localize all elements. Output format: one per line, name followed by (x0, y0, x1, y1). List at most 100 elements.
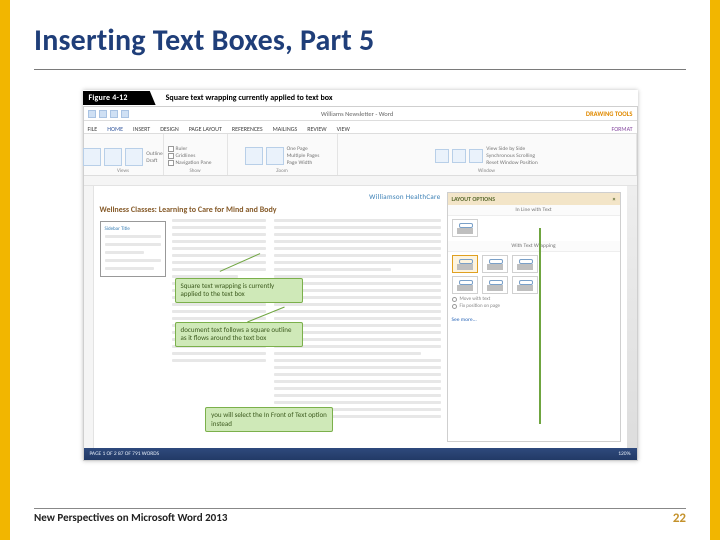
scrollbar-vertical[interactable] (627, 186, 637, 448)
word-icon (88, 110, 96, 118)
slide-footer: New Perspectives on Microsoft Word 2013 … (34, 508, 686, 526)
wrap-section-label: With Text Wrapping (448, 241, 620, 252)
ribbon-group-zoom: One Page Multiple Pages Page Width Zoom (228, 134, 338, 175)
ribbon: Outline Draft Views Ruler Gridlines Navi… (84, 134, 637, 176)
slide-title: Inserting Text Boxes, Part 5 (34, 18, 686, 70)
status-bar: PAGE 1 OF 2 87 OF 791 WORDS 120% (84, 448, 637, 460)
footer-text: New Perspectives on Microsoft Word 2013 (34, 511, 227, 526)
quick-access-toolbar[interactable] (88, 110, 129, 118)
vertical-ruler[interactable] (84, 186, 94, 448)
textbox-title-placeholder: Sidebar Title (105, 226, 161, 232)
option-in-front-text[interactable] (512, 276, 538, 294)
word-window: Williams Newsletter - Word DRAWING TOOLS… (83, 106, 638, 461)
sync-scroll-label[interactable]: Synchronous Scrolling (486, 153, 537, 159)
option-tight-wrap[interactable] (482, 255, 508, 273)
web-layout-icon[interactable] (125, 148, 143, 166)
views-group-label: Views (117, 167, 129, 175)
window-group-label: Window (478, 167, 495, 175)
gridlines-checkbox[interactable]: Gridlines (168, 153, 196, 159)
figure-caption-bar: Figure 4-12 Square text wrapping current… (83, 90, 638, 106)
document-area: Williamson HealthCare Wellness Classes: … (84, 186, 637, 448)
page-surface[interactable]: Williamson HealthCare Wellness Classes: … (94, 186, 627, 448)
status-zoom[interactable]: 120% (618, 451, 630, 457)
new-window-icon[interactable] (435, 149, 449, 163)
one-page-label[interactable]: One Page (287, 146, 320, 152)
ribbon-group-views: Outline Draft Views (84, 134, 164, 175)
save-icon[interactable] (99, 110, 107, 118)
slide-content: Figure 4-12 Square text wrapping current… (34, 90, 686, 461)
behind-text-icon (486, 279, 504, 291)
left-text-column: Sidebar Title (100, 219, 267, 389)
tab-page-layout[interactable]: PAGE LAYOUT (189, 125, 222, 133)
tab-references[interactable]: REFERENCES (232, 125, 263, 133)
see-more-link[interactable]: See more... (448, 315, 620, 325)
layout-options-title: LAYOUT OPTIONS (452, 195, 496, 203)
option-behind-text[interactable] (482, 276, 508, 294)
page-width-label[interactable]: Page Width (287, 160, 320, 166)
section-heading: Wellness Classes: Learning to Care for M… (100, 205, 441, 215)
side-by-side-label[interactable]: View Side by Side (486, 146, 537, 152)
redo-icon[interactable] (121, 110, 129, 118)
ribbon-group-window: View Side by Side Synchronous Scrolling … (338, 134, 637, 175)
inserted-text-box[interactable]: Sidebar Title (100, 221, 166, 277)
accent-bar-left (0, 0, 10, 540)
reset-pos-label[interactable]: Reset Window Position (486, 160, 537, 166)
tab-review[interactable]: REVIEW (307, 125, 326, 133)
layout-options-header: LAYOUT OPTIONS × (448, 193, 620, 205)
figure-number: Figure 4-12 (83, 91, 156, 105)
close-icon[interactable]: × (613, 195, 616, 203)
draft-label[interactable]: Draft (146, 158, 163, 164)
ribbon-group-show: Ruler Gridlines Navigation Pane Show (164, 134, 228, 175)
horizontal-ruler[interactable] (84, 176, 637, 186)
callout-text-flow: document text follows a square outline a… (175, 322, 303, 347)
zoom-icon[interactable] (245, 147, 263, 165)
radio-move-with-text[interactable]: Move with text (452, 296, 616, 302)
document-main-column: Williamson HealthCare Wellness Classes: … (100, 192, 441, 442)
zoom-group-label: Zoom (276, 167, 288, 175)
brand-text: Williamson HealthCare (369, 192, 440, 201)
hundred-pct-icon[interactable] (266, 147, 284, 165)
layout-options-panel: LAYOUT OPTIONS × In Line with Text With … (447, 192, 621, 442)
contextual-tab-group: DRAWING TOOLS (586, 110, 633, 118)
word-titlebar: Williams Newsletter - Word DRAWING TOOLS (84, 107, 637, 121)
through-wrap-icon (516, 258, 534, 270)
print-layout-icon[interactable] (104, 148, 122, 166)
read-mode-icon[interactable] (83, 148, 101, 166)
accent-bar-right (710, 0, 720, 540)
arrow-icon (539, 228, 540, 424)
option-inline[interactable] (452, 219, 478, 237)
option-through-wrap[interactable] (512, 255, 538, 273)
callout-in-front: you will select the In Front of Text opt… (205, 407, 333, 432)
in-front-text-icon (516, 279, 534, 291)
tab-file[interactable]: FILE (88, 125, 98, 133)
ruler-checkbox[interactable]: Ruler (168, 146, 188, 152)
inline-section-label: In Line with Text (448, 205, 620, 216)
slide-number: 22 (673, 511, 686, 526)
split-icon[interactable] (469, 149, 483, 163)
top-bottom-wrap-icon (456, 279, 474, 291)
tab-view[interactable]: VIEW (337, 125, 350, 133)
option-square-wrap[interactable] (452, 255, 478, 273)
tab-mailings[interactable]: MAILINGS (273, 125, 298, 133)
tight-wrap-icon (486, 258, 504, 270)
tab-home[interactable]: HOME (107, 125, 123, 133)
figure-description: Square text wrapping currently applied t… (156, 93, 333, 103)
inline-icon (456, 222, 474, 234)
navpane-checkbox[interactable]: Navigation Pane (168, 160, 212, 166)
outline-label[interactable]: Outline (146, 151, 163, 157)
tab-format[interactable]: FORMAT (612, 125, 633, 133)
show-group-label: Show (189, 167, 200, 175)
square-wrap-icon (456, 258, 474, 270)
ribbon-tabs[interactable]: FILE HOME INSERT DESIGN PAGE LAYOUT REFE… (84, 121, 637, 134)
multi-pages-label[interactable]: Multiple Pages (287, 153, 320, 159)
arrange-all-icon[interactable] (452, 149, 466, 163)
radio-fix-position[interactable]: Fix position on page (452, 303, 616, 309)
callout-square-wrap: Square text wrapping is currently applie… (175, 278, 303, 303)
right-text-column (274, 219, 441, 389)
option-top-bottom-wrap[interactable] (452, 276, 478, 294)
document-title: Williams Newsletter - Word (129, 110, 586, 118)
tab-design[interactable]: DESIGN (160, 125, 179, 133)
figure-wrap: Figure 4-12 Square text wrapping current… (83, 90, 638, 461)
tab-insert[interactable]: INSERT (133, 125, 150, 133)
undo-icon[interactable] (110, 110, 118, 118)
